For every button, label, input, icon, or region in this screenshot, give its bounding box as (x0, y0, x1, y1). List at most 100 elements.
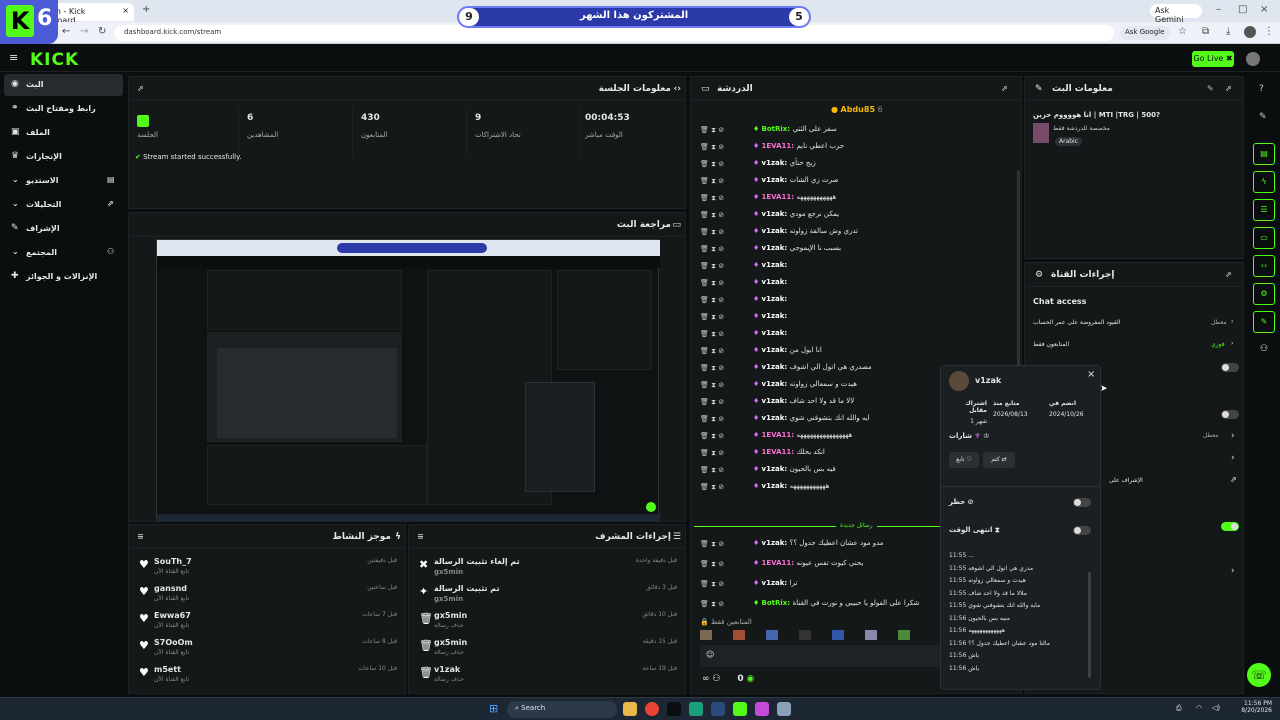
chat-username[interactable]: v1zak: (762, 210, 790, 218)
mod-tools-icons[interactable]: 🗑 ⧗ ⊘ (700, 194, 724, 203)
taskbar-clock[interactable]: 11:56 PM 8/20/2026 (1238, 700, 1272, 714)
mod-tools-icons[interactable]: 🗑 ⧗ ⊘ (700, 262, 724, 271)
chat-message[interactable]: 🗑 ⧗ ⊘ ♦ v1zak: (700, 258, 1016, 275)
sidebar-item-stream-key[interactable]: ⚭ رابط ومفتاح البث (4, 98, 123, 120)
mod-tools-icons[interactable]: 🗑 ⧗ ⊘ (700, 177, 724, 186)
extensions-icon[interactable]: ⧉ (1202, 26, 1209, 37)
chat-username[interactable]: v1zak: (762, 312, 788, 320)
chat-username[interactable]: v1zak: (762, 414, 790, 422)
emote-icon[interactable] (898, 630, 910, 640)
minimize-icon[interactable]: – (1216, 4, 1221, 15)
edit-icon[interactable]: ✎ (1207, 84, 1214, 93)
rail-settings-button[interactable]: ⚙ (1253, 283, 1275, 305)
users-icon[interactable]: ⚇ (712, 674, 720, 684)
rail-list-button[interactable]: ☰ (1253, 199, 1275, 221)
chat-username[interactable]: v1zak: (762, 539, 790, 547)
reload-icon[interactable]: ↻ (98, 26, 106, 37)
emote-icon[interactable] (799, 630, 811, 640)
chrome-icon[interactable] (645, 702, 659, 716)
app-icon[interactable] (755, 702, 769, 716)
stream-preview-video[interactable] (156, 239, 660, 522)
chat-message[interactable]: 🗑 ⧗ ⊘ ♦ v1zak: (700, 275, 1016, 292)
user-card-name[interactable]: v1zak (975, 376, 1001, 385)
forward-icon[interactable]: → (80, 26, 88, 37)
popout-icon[interactable]: ⇗ (1230, 475, 1237, 484)
mod-tools-icons[interactable]: 🗑 ⧗ ⊘ (700, 347, 724, 356)
chat-username[interactable]: v1zak: (762, 227, 790, 235)
close-icon[interactable]: × (1087, 369, 1095, 380)
points-icon[interactable]: ◉ (746, 674, 754, 684)
chat-message[interactable]: 🗑 ⧗ ⊘ ♦ 1EVA11: هههههههههههه (700, 190, 1016, 207)
popout-icon[interactable]: ⇗ (1225, 84, 1232, 93)
mod-tools-icons[interactable]: 🗑 ⧗ ⊘ (700, 296, 724, 305)
chevron-right-icon[interactable]: › (1231, 566, 1235, 576)
mod-tools-icons[interactable]: 🗑 ⧗ ⊘ (700, 313, 724, 322)
mod-tools-icons[interactable]: 🗑 ⧗ ⊘ (700, 560, 724, 569)
mod-tools-icons[interactable]: 🗑 ⧗ ⊘ (700, 600, 724, 609)
emote-icon[interactable] (832, 630, 844, 640)
mod-tools-icons[interactable]: 🗑 ⧗ ⊘ (700, 580, 724, 589)
mod-tools-icons[interactable]: 🗑 ⧗ ⊘ (700, 211, 724, 220)
chat-username[interactable]: 1EVA11: (762, 193, 797, 201)
mod-tools-icons[interactable]: 🗑 ⧗ ⊘ (700, 432, 724, 441)
back-icon[interactable]: ← (62, 26, 70, 37)
infinity-icon[interactable]: ∞ (702, 674, 710, 684)
chat-username[interactable]: v1zak: (762, 295, 788, 303)
chat-username[interactable]: 1EVA11: (762, 559, 797, 567)
sidebar-item-community[interactable]: ⌄ المجتمع ⚇ (4, 242, 123, 264)
mod-tools-icons[interactable]: 🗑 ⧗ ⊘ (700, 415, 724, 424)
chat-message[interactable]: 🗑 ⧗ ⊘ ♦ v1zak: زيج حتأي (700, 156, 1016, 173)
mod-tools-icons[interactable]: 🗑 ⧗ ⊘ (700, 483, 724, 492)
rail-info-button[interactable]: ‹› (1253, 255, 1275, 277)
community-icon[interactable]: ⚇ (1260, 344, 1268, 354)
mod-tools-icons[interactable]: 🗑 ⧗ ⊘ (700, 398, 724, 407)
mute-button[interactable]: كتم ⇄ (983, 452, 1015, 468)
chat-message[interactable]: 🗑 ⧗ ⊘ ♦ v1zak: صرت زي الشات (700, 173, 1016, 190)
account-age-row[interactable]: القيود المفروضة على عمر الحساب معطل › (1033, 318, 1237, 333)
mod-tools-icons[interactable]: 🗑 ⧗ ⊘ (700, 279, 724, 288)
kick-logo[interactable]: KICK (30, 50, 79, 70)
edit-icon[interactable]: ✎ (1259, 112, 1267, 122)
setting-toggle[interactable] (1221, 363, 1239, 372)
kick-icon[interactable] (733, 702, 747, 716)
chat-message[interactable]: 🗑 ⧗ ⊘ ♦ v1zak: (700, 326, 1016, 343)
volume-icon[interactable]: ◁) (1212, 704, 1220, 712)
steam-icon[interactable] (711, 702, 725, 716)
profile-avatar[interactable] (1244, 26, 1256, 38)
mod-tools-icons[interactable]: 🗑 ⧗ ⊘ (700, 540, 724, 549)
chat-message[interactable]: 🗑 ⧗ ⊘ ♦ v1zak: تدري وش سالفة زواوته (700, 224, 1016, 241)
rail-chat-button[interactable]: ▭ (1253, 227, 1275, 249)
chat-username[interactable]: v1zak: (762, 465, 790, 473)
hamburger-icon[interactable]: ≡ (9, 51, 18, 64)
chat-message[interactable]: 🗑 ⧗ ⊘ ♦ v1zak: (700, 292, 1016, 309)
mod-action-text[interactable]: v1zak (434, 665, 460, 674)
activity-user[interactable]: m5ett (154, 665, 181, 674)
chat-username[interactable]: 1EVA11: (762, 448, 797, 456)
history-scrollbar[interactable] (1088, 572, 1091, 678)
chat-username[interactable]: v1zak: (762, 380, 790, 388)
mod-tools-icons[interactable]: 🗑 ⧗ ⊘ (700, 364, 724, 373)
activity-user[interactable]: SouTh_7 (154, 557, 192, 566)
mod-tools-icons[interactable]: 🗑 ⧗ ⊘ (700, 330, 724, 339)
chat-username[interactable]: v1zak: (762, 159, 790, 167)
chat-message[interactable]: 🗑 ⧗ ⊘ ♦ v1zak: بسبب نا الإيموجي (700, 241, 1016, 258)
chat-username[interactable]: BotRix: (762, 599, 793, 607)
chat-username[interactable]: 1EVA11: (762, 142, 797, 150)
chat-message[interactable]: 🗑 ⧗ ⊘ ♦ BotRix: سفر على الثني (700, 122, 1016, 139)
emote-icon[interactable] (766, 630, 778, 640)
ask-google-button[interactable]: Ask Google (1120, 26, 1170, 40)
close-icon[interactable]: × (122, 6, 129, 15)
mod-tools-icons[interactable]: 🗑 ⧗ ⊘ (700, 228, 724, 237)
filter-icon[interactable]: ≡ (417, 532, 424, 541)
chat-username[interactable]: v1zak: (762, 278, 788, 286)
chevron-right-icon[interactable]: › (1231, 431, 1235, 441)
chat-username[interactable]: v1zak: (762, 363, 790, 371)
popout-icon[interactable]: ⇗ (1225, 270, 1232, 279)
rail-session-button[interactable]: ▤ (1253, 143, 1275, 165)
sidebar-item-studio[interactable]: ⌄ الاستديو ▤ (4, 170, 123, 192)
mod-tools-icons[interactable]: 🗑 ⧗ ⊘ (700, 245, 724, 254)
chat-username[interactable]: v1zak: (762, 244, 790, 252)
mod-action-by[interactable]: gx5min (434, 568, 463, 576)
mod-tools-icons[interactable]: 🗑 ⧗ ⊘ (700, 449, 724, 458)
chat-username[interactable]: 1EVA11: (762, 431, 797, 439)
